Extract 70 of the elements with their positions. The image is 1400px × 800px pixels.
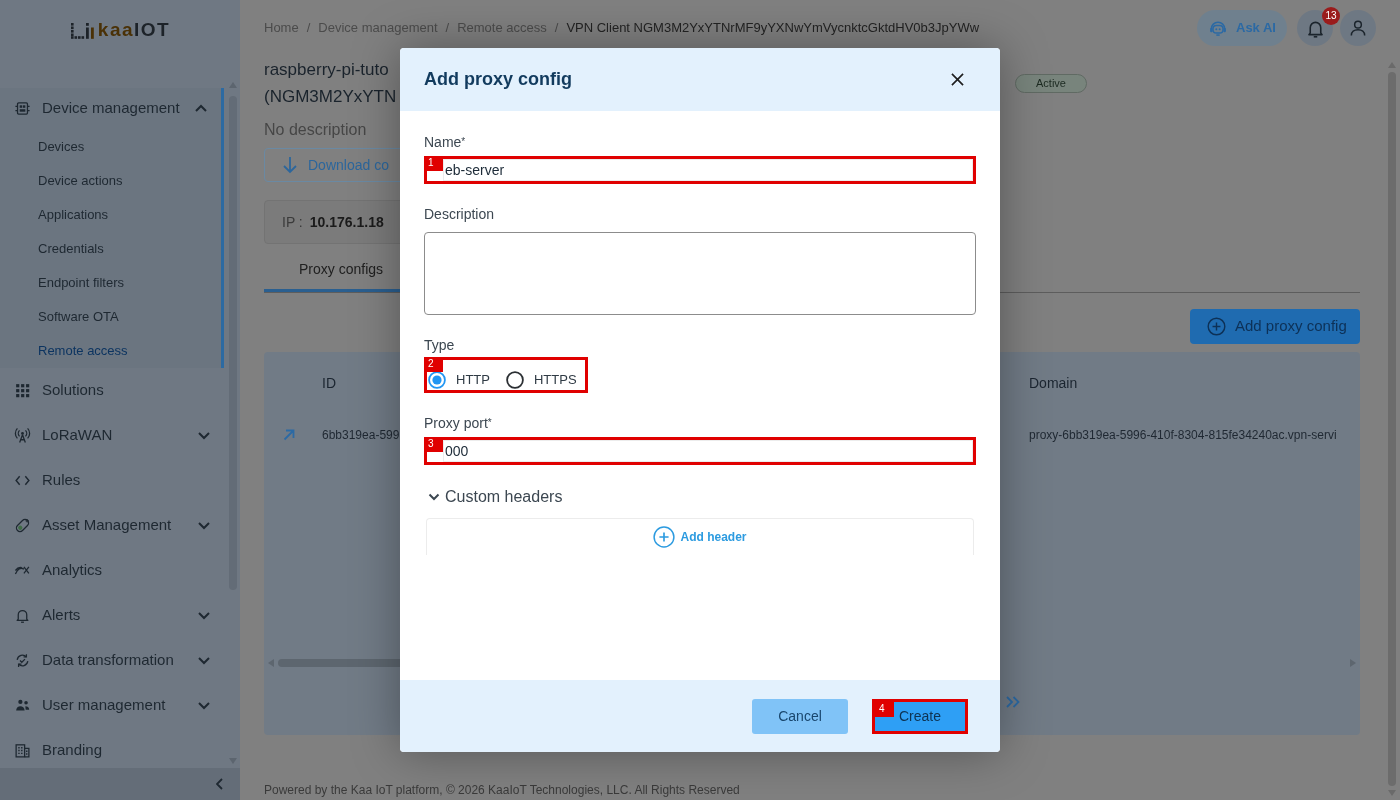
field-label: Name*: [424, 133, 466, 152]
nav-item[interactable]: Rules: [0, 458, 224, 503]
user-button[interactable]: [1340, 10, 1376, 46]
table-cell-text: proxy-6bb319ea-5996-410f-8304-815fe34240ac.vpn-servi: [1029, 427, 1337, 444]
bell-icon: [14, 607, 31, 624]
chip-icon: [14, 99, 31, 117]
notification-count: 13: [1322, 7, 1340, 25]
user-icon: [1348, 18, 1368, 38]
arrow-down-icon: [282, 156, 298, 174]
step-number: 1: [424, 156, 443, 171]
table-cell-text: 6bb319ea-599: [322, 427, 400, 444]
field-label: Type: [424, 336, 455, 355]
logo-text: kaaIOT: [97, 21, 171, 39]
sync-icon: [14, 652, 31, 669]
add-header-button[interactable]: Add header: [653, 525, 747, 548]
nav-item[interactable]: Branding: [0, 728, 224, 768]
device-title: raspberry-pi-tuto (NGM3M2YxYTN: [264, 59, 397, 108]
logo-icon: [69, 21, 95, 39]
nav-subitem[interactable]: Devices: [0, 130, 221, 164]
radio-icon[interactable]: [428, 370, 446, 389]
step-number: 4: [875, 701, 894, 717]
close-icon[interactable]: [950, 73, 964, 86]
breadcrumb-separator: /: [445, 19, 450, 38]
text-field[interactable]: eb-server: [443, 159, 973, 181]
nav-item[interactable]: Device management: [0, 88, 221, 128]
chevron-up-icon[interactable]: [195, 104, 207, 112]
text-field[interactable]: 000: [443, 439, 973, 462]
tag-icon: [14, 517, 31, 534]
nav-subitem[interactable]: Endpoint filters: [0, 266, 221, 300]
field-label: Proxy port*: [424, 413, 492, 433]
dialog-title: Add proxy config: [424, 68, 572, 91]
nav-item[interactable]: LoRaWAN: [0, 413, 224, 458]
nav-item[interactable]: User management: [0, 683, 224, 728]
ip-address: 10.176.1.18: [309, 212, 384, 232]
nav-item[interactable]: Solutions: [0, 368, 224, 413]
nav-subitem[interactable]: Applications: [0, 198, 221, 232]
nav-subitem[interactable]: Device actions: [0, 164, 221, 198]
nav-subitem[interactable]: Software OTA: [0, 300, 221, 334]
breadcrumb-separator: /: [306, 19, 311, 38]
chevron-left-icon[interactable]: [216, 778, 223, 790]
nav-item[interactable]: Asset Management: [0, 503, 224, 548]
plus-circle-icon[interactable]: [653, 525, 676, 548]
radio-icon[interactable]: [505, 370, 524, 389]
status-badge: Active: [1015, 74, 1087, 93]
radio-option[interactable]: HTTP: [428, 370, 490, 390]
step-number: 3: [424, 436, 443, 452]
radio-option[interactable]: HTTPS: [505, 370, 577, 390]
footer-text: Powered by the Kaa IoT platform, © 2026 KaaIoT Technologies, LLC. All Rights Reserved: [264, 782, 740, 798]
add-proxy-config-button[interactable]: Add proxy config: [1190, 309, 1360, 344]
nav-subitem[interactable]: Remote access: [0, 334, 221, 368]
nav-item[interactable]: Analytics: [0, 548, 224, 593]
breadcrumb-separator: /: [554, 19, 559, 38]
building-icon: [14, 742, 31, 759]
step-number: 2: [424, 357, 443, 372]
robot-icon: [1208, 18, 1228, 38]
field-label: Description: [424, 205, 495, 224]
breadcrumb-current: VPN Client NGM3M2YxYTNrMF9yYXNwYmVycnktcGktdHV0b3JpYWw: [566, 19, 980, 38]
antenna-icon: [14, 427, 31, 444]
ip-label: IP :: [282, 212, 303, 232]
nav-subitem[interactable]: Credentials: [0, 232, 221, 266]
grid-icon: [14, 382, 31, 399]
column-header: ID: [322, 373, 336, 393]
nav-item[interactable]: Data transformation: [0, 638, 224, 683]
nav-item[interactable]: Alerts: [0, 593, 224, 638]
plus-circle-icon: [1207, 317, 1226, 336]
cancel-button[interactable]: Cancel: [752, 698, 848, 734]
text-area[interactable]: [424, 232, 976, 315]
description-text: No description: [264, 120, 367, 140]
column-header: Domain: [1029, 373, 1078, 393]
section-toggle[interactable]: Custom headers: [424, 484, 563, 509]
